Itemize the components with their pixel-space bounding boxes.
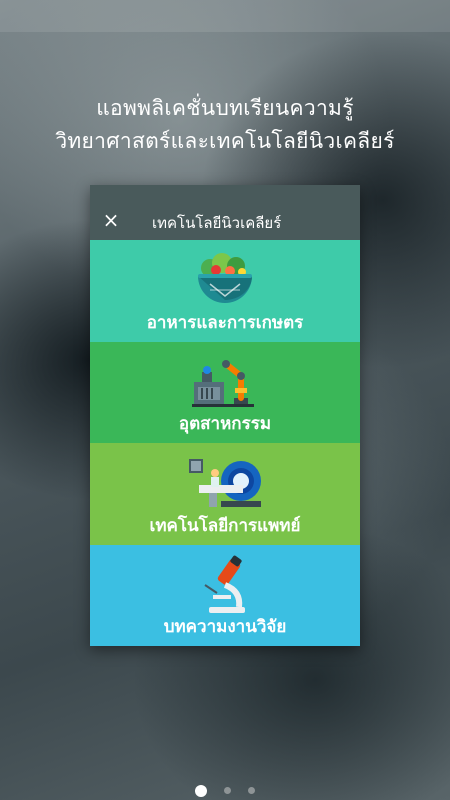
food-bowl-icon (198, 253, 252, 303)
tile-industry[interactable]: อุตสาหกรรม (90, 341, 360, 443)
tile-medical-technology[interactable]: เทคโนโลยีการแพทย์ (90, 443, 360, 545)
tile-label-research-articles: บทความงานวิจัย (163, 617, 287, 637)
tile-food-agriculture[interactable]: อาหารและการเกษตร (90, 240, 360, 342)
tile-label-industry: อุตสาหกรรม (178, 414, 272, 434)
page-indicator (0, 780, 450, 799)
page-dot-2[interactable] (224, 787, 231, 794)
status-bar (0, 0, 450, 32)
card-title: เทคโนโลยีนิวเคลียร์ (152, 214, 282, 232)
headline-line-2: วิทยาศาสตร์และเทคโนโลยีนิวเคลียร์ (55, 129, 395, 153)
tile-research-articles[interactable]: บทความงานวิจัย (90, 544, 360, 646)
robot-arm-icon (192, 359, 254, 407)
page-dot-3[interactable] (248, 787, 256, 794)
page-dot-1[interactable] (194, 784, 207, 797)
mri-scanner-icon (189, 459, 261, 507)
headline: แอพพลิเคชั่นบทเรียนความรู้ วิทยาศาสตร์แล… (0, 92, 450, 158)
category-card: × เทคโนโลยีนิวเคลียร์ อาหารและการเกษตร อ… (90, 185, 360, 646)
card-header: × เทคโนโลยีนิวเคลียร์ (90, 185, 360, 240)
tile-label-food-agriculture: อาหารและการเกษตร (146, 312, 304, 333)
tile-label-medical-technology: เทคโนโลยีการแพทย์ (149, 515, 301, 536)
microscope-icon (204, 555, 245, 613)
close-button[interactable]: × (100, 209, 122, 231)
headline-line-1: แอพพลิเคชั่นบทเรียนความรู้ (96, 96, 354, 120)
